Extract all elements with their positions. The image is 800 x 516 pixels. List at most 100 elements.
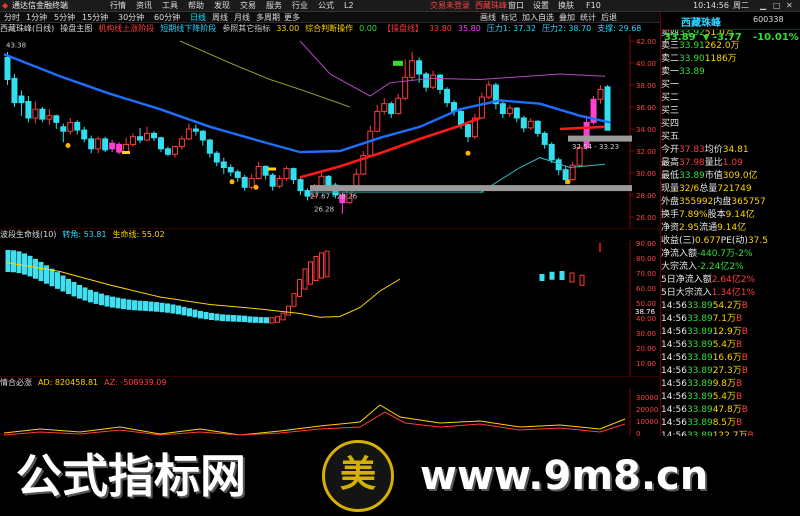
candle-body[interactable] <box>562 169 569 181</box>
period-tab-2[interactable]: 5分钟 <box>54 12 75 23</box>
ind1-bar[interactable] <box>308 261 313 285</box>
candle-body[interactable] <box>171 146 178 155</box>
tool-btn-2[interactable]: 加入自选 <box>522 12 554 23</box>
ind1-bar[interactable] <box>49 268 55 287</box>
ind1-bar[interactable] <box>126 299 132 310</box>
candle-body[interactable] <box>227 167 234 173</box>
candle-body[interactable] <box>95 138 102 150</box>
ind1-bar[interactable] <box>253 316 258 323</box>
ind1-bar[interactable] <box>209 312 214 321</box>
candle-body[interactable] <box>32 108 39 119</box>
ind1-bar[interactable] <box>324 250 330 278</box>
candle-body[interactable] <box>248 178 255 188</box>
period-tab-10[interactable]: 更多 <box>284 12 300 23</box>
candle-body[interactable] <box>53 115 60 123</box>
candle-body[interactable] <box>381 103 388 112</box>
ind1-bar[interactable] <box>159 302 165 313</box>
candle-body[interactable] <box>11 77 18 104</box>
candle-body[interactable] <box>88 138 95 150</box>
ind1-bar[interactable] <box>143 301 148 311</box>
period-tab-6[interactable]: 日线 <box>190 12 206 23</box>
candle-body[interactable] <box>430 74 437 88</box>
candle-body[interactable] <box>234 171 241 178</box>
ind1-bar[interactable] <box>88 289 93 303</box>
tool-btn-0[interactable]: 画线 <box>480 12 496 23</box>
ind1-bar[interactable] <box>55 272 60 289</box>
candle-body[interactable] <box>151 132 158 139</box>
candle-body[interactable] <box>178 138 185 148</box>
indicator-panel-2[interactable]: 情合必涨 AD: 820458.81 AZ: -508939.09 30000 200… <box>0 376 660 437</box>
signal-marker-icon[interactable] <box>229 179 235 185</box>
candle-body[interactable] <box>185 128 192 140</box>
ind1-bar[interactable] <box>280 312 286 321</box>
menu-item-2[interactable]: 工具 <box>162 1 178 10</box>
ind1-bar[interactable] <box>154 302 159 312</box>
candle-body[interactable] <box>416 60 423 75</box>
ind1-bar[interactable] <box>33 258 38 279</box>
signal-marker-icon[interactable] <box>65 143 71 148</box>
candle-body[interactable] <box>4 57 11 80</box>
ind1-bar[interactable] <box>71 282 77 297</box>
menu-item-4[interactable]: 发现 <box>214 1 230 10</box>
ind1-bar[interactable] <box>181 306 187 316</box>
quick-btn-1[interactable]: 窗口 <box>508 0 524 12</box>
candle-body[interactable] <box>74 121 81 131</box>
candle-body[interactable] <box>534 120 541 134</box>
candle-body[interactable] <box>513 107 520 119</box>
candle-body[interactable] <box>109 142 116 150</box>
ind1-bar[interactable] <box>214 313 220 321</box>
menu-item-9[interactable]: L2 <box>344 1 354 10</box>
menu-item-8[interactable]: 公式 <box>318 1 334 10</box>
ind1-bar[interactable] <box>242 315 247 323</box>
candle-body[interactable] <box>157 137 164 150</box>
candle-body[interactable] <box>213 152 220 163</box>
candle-body[interactable] <box>506 107 513 115</box>
candle-body[interactable] <box>81 129 88 140</box>
candle-body[interactable] <box>199 130 206 141</box>
ind1-bar[interactable] <box>148 301 154 312</box>
indicator-panel-1[interactable]: 波段生命线(10) 转角: 53.81 生命线: 55.02 90.00 80.00 7… <box>0 228 660 377</box>
candle-body[interactable] <box>116 143 123 153</box>
ind1-bar[interactable] <box>132 300 137 311</box>
main-chart-canvas[interactable]: 42.00 40.00 38.00 36.00 34.00 32.00 30.00 28.00… <box>0 23 660 228</box>
ind1-bar[interactable] <box>22 253 27 275</box>
ind1-bar[interactable] <box>137 300 143 311</box>
candle-body[interactable] <box>388 103 395 115</box>
candle-body[interactable] <box>423 73 430 88</box>
candle-body[interactable] <box>527 120 534 129</box>
signal-marker-icon[interactable] <box>565 179 571 185</box>
candle-body[interactable] <box>206 139 213 154</box>
ind1-bar[interactable] <box>16 251 22 274</box>
tool-btn-4[interactable]: 统计 <box>580 12 596 23</box>
candle-body[interactable] <box>541 132 548 145</box>
ind1-bar[interactable] <box>82 287 88 301</box>
ind1-bar[interactable] <box>291 293 297 307</box>
signal-marker-icon[interactable] <box>465 150 471 156</box>
menu-item-3[interactable]: 帮助 <box>188 1 204 10</box>
candle-body[interactable] <box>409 60 416 78</box>
ind1-bar[interactable] <box>275 316 280 323</box>
ind1-bar[interactable] <box>247 316 253 323</box>
ind1-bar[interactable] <box>93 291 99 304</box>
ind1-tail-bar[interactable] <box>569 272 575 283</box>
candle-body[interactable] <box>604 86 611 131</box>
candle-body[interactable] <box>499 103 506 115</box>
ind1-tail-bar[interactable] <box>559 271 565 280</box>
close-icon[interactable]: ✕ <box>786 0 793 12</box>
candle-body[interactable] <box>60 126 67 132</box>
period-tab-1[interactable]: 1分钟 <box>26 12 47 23</box>
period-tab-8[interactable]: 月线 <box>234 12 250 23</box>
ind1-bar[interactable] <box>286 305 291 316</box>
ind1-bar[interactable] <box>302 268 308 290</box>
ind1-bar[interactable] <box>60 275 66 292</box>
ind1-bar[interactable] <box>5 249 11 273</box>
menu-item-5[interactable]: 交易 <box>240 1 256 10</box>
candle-body[interactable] <box>367 130 374 156</box>
quick-btn-f10[interactable]: F10 <box>586 0 601 12</box>
candle-body[interactable] <box>137 136 144 141</box>
ind1-bar[interactable] <box>77 284 82 299</box>
candle-body[interactable] <box>478 96 485 119</box>
candle-body[interactable] <box>597 88 604 100</box>
candle-body[interactable] <box>437 74 444 90</box>
candle-body[interactable] <box>18 95 25 104</box>
